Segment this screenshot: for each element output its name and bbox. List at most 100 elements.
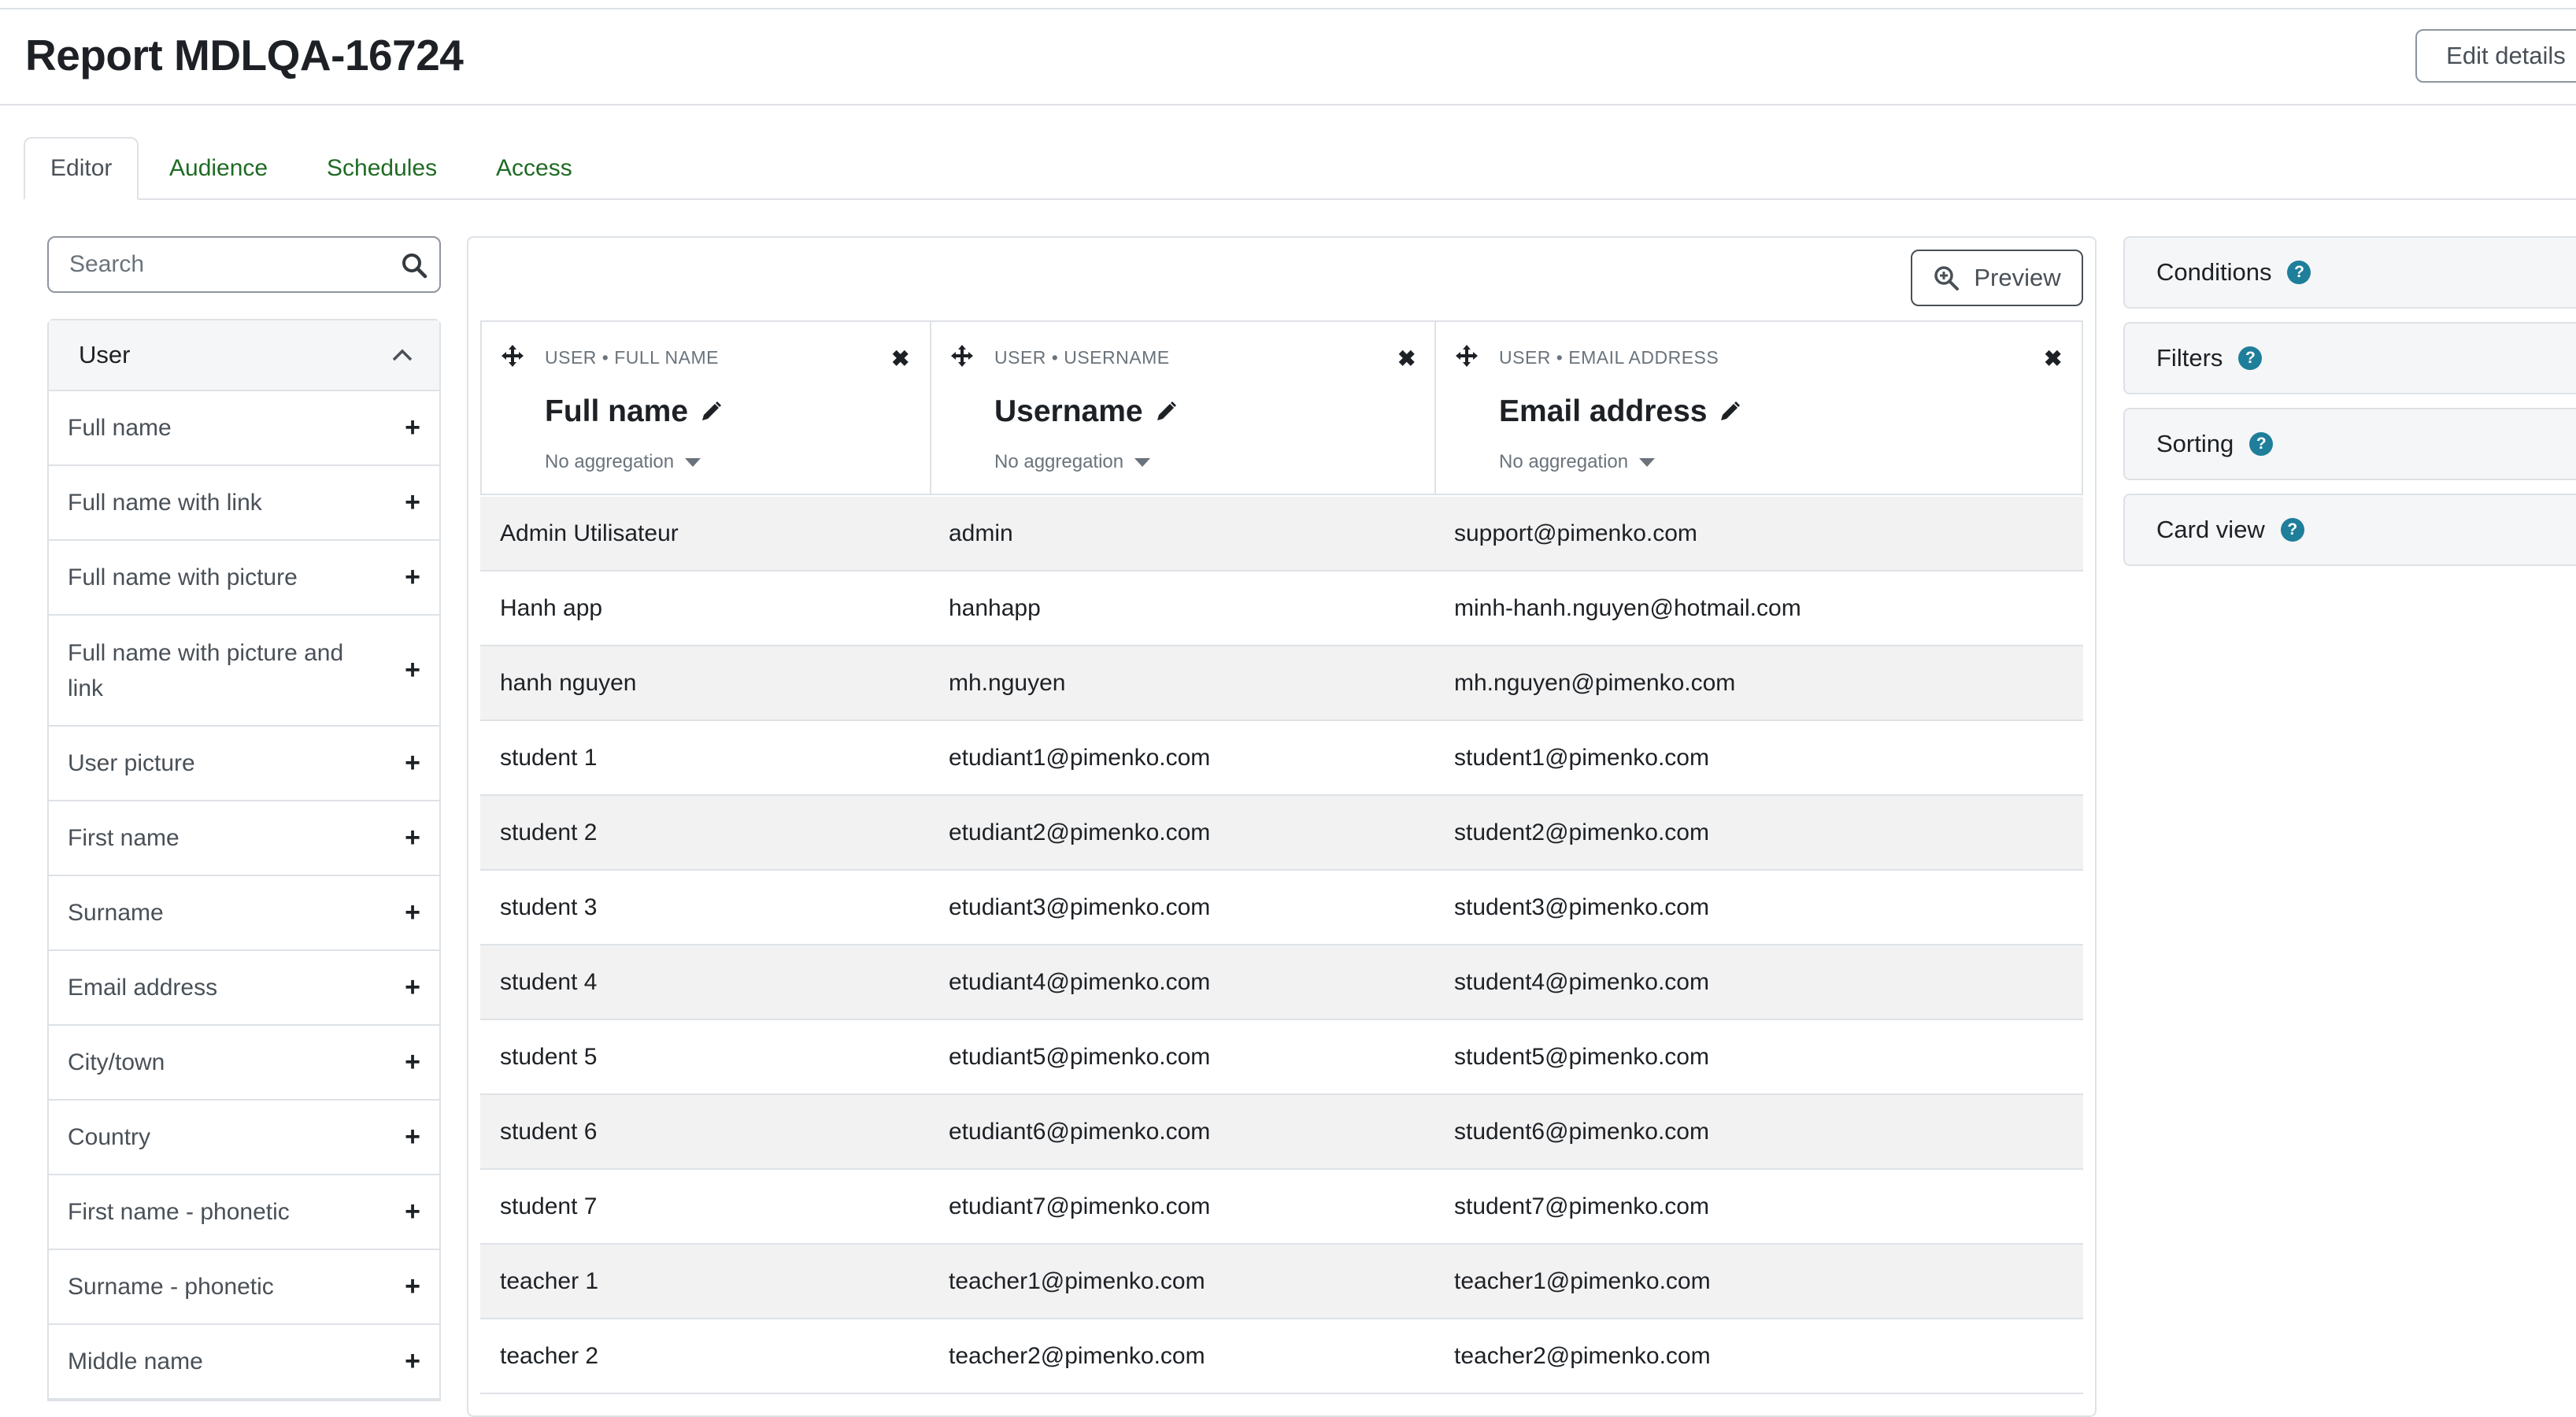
sidebar-item-label: Full name xyxy=(68,415,172,441)
column-header-email-address[interactable]: USER • EMAIL ADDRESS ✖ Email address No … xyxy=(1434,320,2083,495)
sidebar-item-city-town[interactable]: City/town + xyxy=(49,1026,439,1101)
sidebar-card: User Full name + Full name with link + F… xyxy=(47,319,441,1401)
card-view-card[interactable]: Card view ? xyxy=(2123,494,2576,566)
pencil-icon[interactable] xyxy=(1154,400,1178,424)
pencil-icon[interactable] xyxy=(1718,400,1741,424)
plus-icon: + xyxy=(405,1047,420,1077)
help-icon[interactable]: ? xyxy=(2280,518,2304,542)
table-row: student 7 etudiant7@pimenko.com student7@p… xyxy=(480,1170,2083,1245)
column-title-text: Username xyxy=(994,394,1143,428)
sidebar-group-header[interactable]: User xyxy=(49,320,439,391)
help-icon[interactable]: ? xyxy=(2238,346,2263,370)
filters-card[interactable]: Filters ? xyxy=(2123,322,2576,394)
sidebar-item-full-name[interactable]: Full name + xyxy=(49,391,439,466)
cell-username: teacher2@pimenko.com xyxy=(949,1342,1205,1369)
cell-username: etudiant7@pimenko.com xyxy=(949,1193,1211,1219)
cell-email: student2@pimenko.com xyxy=(1454,819,1709,845)
column-header-full-name[interactable]: USER • FULL NAME ✖ Full name No aggregat… xyxy=(480,320,931,495)
cell-full-name: teacher 2 xyxy=(500,1342,599,1369)
column-title[interactable]: Username xyxy=(994,394,1178,429)
cell-email: student1@pimenko.com xyxy=(1454,744,1709,771)
plus-icon: + xyxy=(405,487,420,517)
sidebar-item-label: City/town xyxy=(68,1049,165,1075)
tab-access[interactable]: Access xyxy=(496,137,572,200)
sidebar-item-user-picture[interactable]: User picture + xyxy=(49,727,439,801)
aggregation-dropdown[interactable]: No aggregation xyxy=(545,451,701,473)
move-icon[interactable] xyxy=(501,344,524,368)
plus-icon: + xyxy=(405,748,420,778)
plus-icon: + xyxy=(405,897,420,927)
tab-schedules[interactable]: Schedules xyxy=(327,137,437,200)
cell-username: mh.nguyen xyxy=(949,669,1066,696)
aggregation-label: No aggregation xyxy=(545,451,675,472)
sidebar-item-middle-name[interactable]: Middle name + xyxy=(49,1325,439,1400)
sidebar-item-country[interactable]: Country + xyxy=(49,1101,439,1175)
cell-username: etudiant2@pimenko.com xyxy=(949,819,1211,845)
sidebar-item-first-name-phonetic[interactable]: First name - phonetic + xyxy=(49,1175,439,1250)
table-row: Hanh app hanhapp minh-hanh.nguyen@hotmail.… xyxy=(480,572,2083,646)
remove-column-icon[interactable]: ✖ xyxy=(1397,346,1416,372)
table-row: Admin Utilisateur admin support@pimenko.co… xyxy=(480,497,2083,572)
column-source: USER • FULL NAME xyxy=(545,347,719,368)
conditions-card[interactable]: Conditions ? xyxy=(2123,236,2576,309)
header-divider xyxy=(0,104,2576,105)
sidebar-item-label: Country xyxy=(68,1124,151,1150)
cell-full-name: teacher 1 xyxy=(500,1267,599,1294)
sidebar-item-label: Surname - phonetic xyxy=(68,1274,274,1300)
sorting-card[interactable]: Sorting ? xyxy=(2123,408,2576,480)
plus-icon: + xyxy=(405,1122,420,1152)
sidebar-item-full-name-with-picture[interactable]: Full name with picture + xyxy=(49,541,439,616)
cell-full-name: student 5 xyxy=(500,1043,598,1070)
pencil-icon[interactable] xyxy=(699,400,723,424)
aggregation-dropdown[interactable]: No aggregation xyxy=(1499,451,1656,473)
cell-full-name: Admin Utilisateur xyxy=(500,520,679,546)
sidebar-item-surname-phonetic[interactable]: Surname - phonetic + xyxy=(49,1250,439,1325)
caret-down-icon xyxy=(685,457,701,467)
sidebar-item-label: User picture xyxy=(68,750,195,776)
column-title-text: Email address xyxy=(1499,394,1708,428)
table-row: teacher 2 teacher2@pimenko.com teacher2@pi… xyxy=(480,1319,2083,1394)
sidebar-item-surname[interactable]: Surname + xyxy=(49,876,439,951)
sidebar-item-full-name-with-link[interactable]: Full name with link + xyxy=(49,466,439,541)
column-title-text: Full name xyxy=(545,394,689,428)
cell-email: student5@pimenko.com xyxy=(1454,1043,1709,1070)
sidebar-group-title: User xyxy=(79,341,131,368)
cell-email: teacher1@pimenko.com xyxy=(1454,1267,1711,1294)
sidebar-item-label: Full name with picture and link xyxy=(68,639,344,701)
table-row: student 3 etudiant3@pimenko.com student3@p… xyxy=(480,871,2083,945)
caret-down-icon xyxy=(1639,457,1656,467)
move-icon[interactable] xyxy=(1455,344,1479,368)
column-title[interactable]: Full name xyxy=(545,394,723,429)
sidebar-item-first-name[interactable]: First name + xyxy=(49,801,439,876)
help-icon[interactable]: ? xyxy=(2249,432,2274,456)
cell-full-name: student 4 xyxy=(500,968,598,995)
sidebar-item-label: First name - phonetic xyxy=(68,1199,290,1225)
aggregation-label: No aggregation xyxy=(1499,451,1629,472)
edit-details-button[interactable]: Edit details xyxy=(2415,29,2576,83)
move-icon[interactable] xyxy=(950,344,974,368)
column-header-username[interactable]: USER • USERNAME ✖ Username No aggregatio… xyxy=(930,320,1436,495)
caret-down-icon xyxy=(1134,457,1151,467)
tab-editor[interactable]: Editor xyxy=(24,137,139,200)
cell-username: etudiant3@pimenko.com xyxy=(949,893,1211,920)
help-icon[interactable]: ? xyxy=(2287,261,2311,284)
tab-audience[interactable]: Audience xyxy=(169,137,268,200)
preview-button[interactable]: Preview xyxy=(1911,250,2083,306)
plus-icon: + xyxy=(405,1271,420,1301)
search-input[interactable] xyxy=(68,238,386,291)
cell-full-name: hanh nguyen xyxy=(500,669,637,696)
aggregation-dropdown[interactable]: No aggregation xyxy=(994,451,1151,473)
column-title[interactable]: Email address xyxy=(1499,394,1741,429)
top-border xyxy=(0,0,2576,9)
cell-email: minh-hanh.nguyen@hotmail.com xyxy=(1454,594,1801,621)
remove-column-icon[interactable]: ✖ xyxy=(2044,346,2062,372)
plus-icon: + xyxy=(405,655,420,685)
sidebar-item-full-name-with-picture-and-link[interactable]: Full name with picture and link + xyxy=(49,616,439,727)
table-row: student 1 etudiant1@pimenko.com student1@p… xyxy=(480,721,2083,796)
remove-column-icon[interactable]: ✖ xyxy=(891,346,909,372)
cell-email: student4@pimenko.com xyxy=(1454,968,1709,995)
report-table-body: Admin Utilisateur admin support@pimenko.co… xyxy=(480,497,2083,1394)
search-icon[interactable] xyxy=(400,251,428,279)
plus-icon: + xyxy=(405,413,420,442)
sidebar-item-email-address[interactable]: Email address + xyxy=(49,951,439,1026)
